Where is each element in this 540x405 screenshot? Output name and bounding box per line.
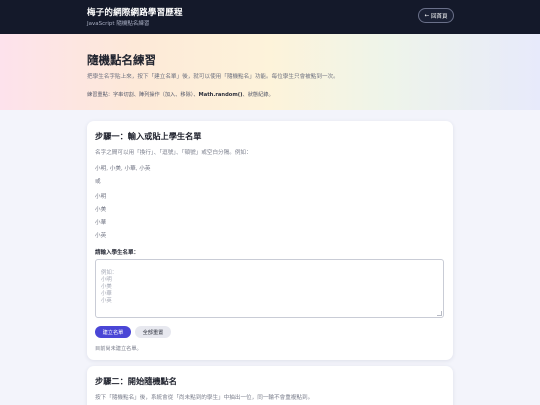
reset-all-button[interactable]: 全部重置	[135, 326, 171, 338]
arrow-left-icon: ←	[424, 12, 430, 19]
example-line: 小明	[95, 194, 107, 200]
hero-banner: 隨機點名練習 把學生名字貼上來，按下「建立名單」後，就可以使用「隨機點名」功能。…	[0, 34, 540, 110]
build-list-button[interactable]: 建立名單	[95, 326, 131, 338]
concepts-prefix: 練習重點：字串切割、陣列操作（加入、移除）、	[87, 92, 199, 98]
site-title[interactable]: 梅子的網際網路學習歷程	[87, 6, 183, 18]
concepts-math-random: Math.random()	[198, 92, 243, 98]
example-line: 小華	[95, 220, 107, 226]
example-line: 小美	[95, 207, 107, 213]
step1-title: 步驟一：輸入或貼上學生名單	[95, 131, 202, 141]
list-status-text: 目前尚未建立名單。	[95, 346, 142, 352]
back-home-label: 回首頁	[431, 13, 448, 20]
step1-card: 步驟一：輸入或貼上學生名單 名字之間可以用「換行」、「逗號」、「頓號」或空白分隔…	[87, 121, 453, 360]
student-list-textarea[interactable]: 例如： 小明 小美 小華 小英	[95, 259, 444, 318]
resize-handle-icon[interactable]	[437, 311, 442, 316]
example-or: 或	[95, 179, 101, 185]
step2-title: 步驟二：開始隨機點名	[95, 376, 177, 386]
example-line: 小英	[95, 233, 107, 239]
textarea-label: 請輸入學生名單：	[95, 250, 140, 256]
back-home-button[interactable]: ← 回首頁	[418, 8, 454, 23]
page-description: 把學生名字貼上來，按下「建立名單」後，就可以使用「隨機點名」功能。每位學生只會被…	[87, 74, 339, 80]
textarea-placeholder: 例如： 小明 小美 小華 小英	[101, 270, 118, 304]
concepts-suffix: 、狀態紀錄。	[242, 92, 274, 98]
step2-card: 步驟二：開始隨機點名 按下「隨機點名」後，系統會從「尚未點到的學生」中抽出一位，…	[87, 366, 453, 405]
practice-concepts: 練習重點：字串切割、陣列操作（加入、移除）、Math.random()、狀態紀錄…	[87, 91, 274, 98]
page-title: 隨機點名練習	[87, 53, 156, 67]
example-inline: 小明, 小美, 小華, 小英	[95, 166, 151, 172]
top-navigation-bar: 梅子的網際網路學習歷程 JavaScript 隨機點名練習 ← 回首頁	[0, 0, 540, 34]
step2-description: 按下「隨機點名」後，系統會從「尚未點到的學生」中抽出一位，同一輪不會重複點到。	[95, 395, 314, 401]
site-subtitle: JavaScript 隨機點名練習	[87, 21, 150, 27]
step1-description: 名字之間可以用「換行」、「逗號」、「頓號」或空白分隔。例如：	[95, 150, 252, 156]
